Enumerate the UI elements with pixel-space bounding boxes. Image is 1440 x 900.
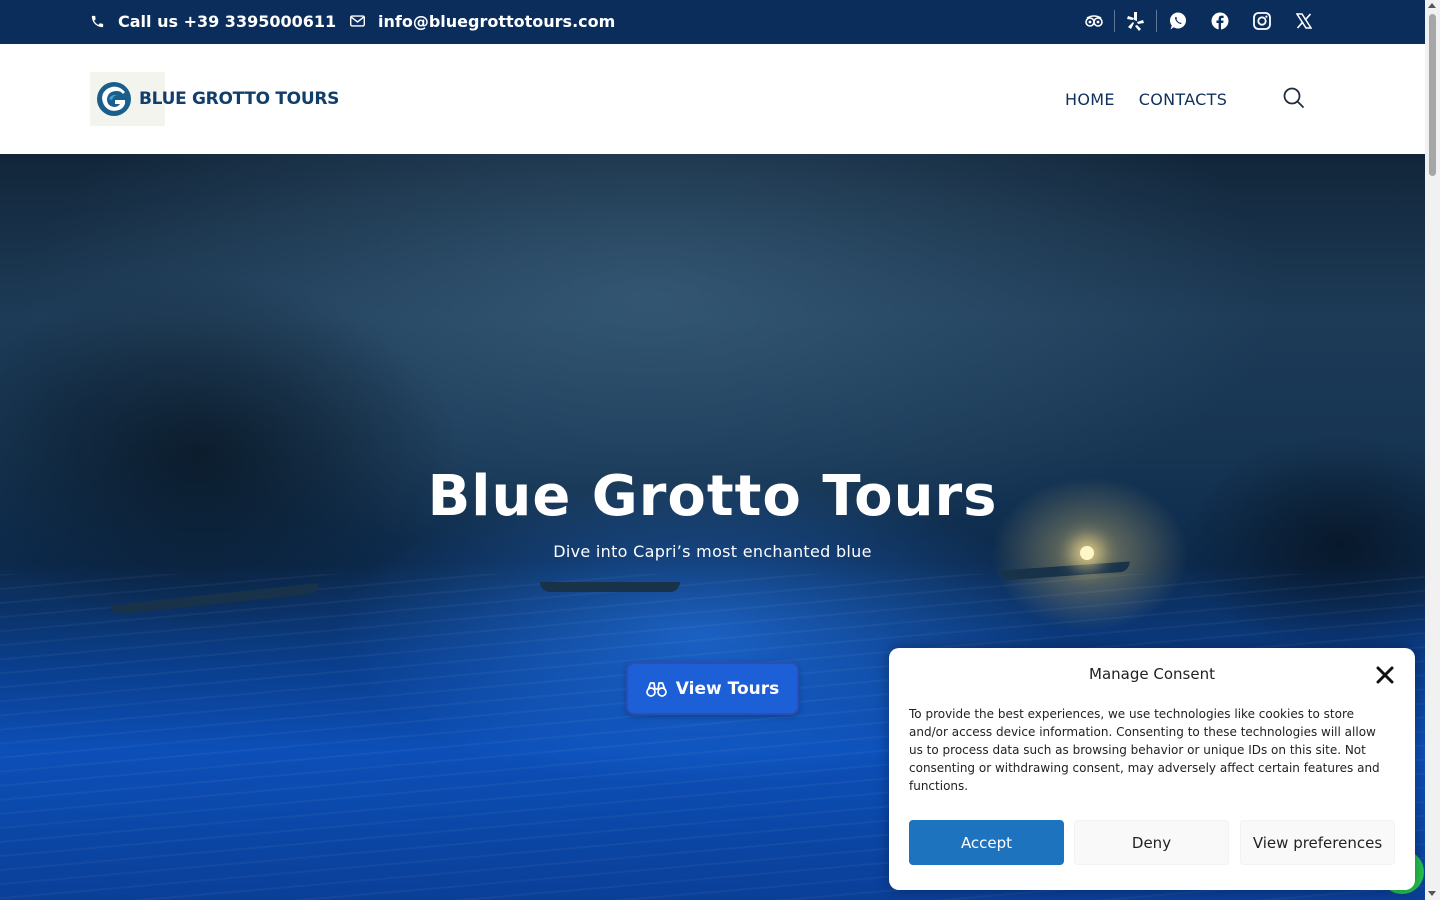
top-bar: Call us +39 3395000611 info@bluegrottoto… [0,0,1425,44]
hero-title: Blue Grotto Tours [427,464,998,529]
consent-text: To provide the best experiences, we use … [909,707,1380,793]
yelp-icon [1127,12,1144,31]
site-header: BLUE GROTTO TOURS HOME CONTACTS [0,44,1425,154]
tripadvisor-icon [1085,15,1103,27]
view-tours-label: View Tours [675,678,780,699]
scrollbar[interactable] [1425,0,1440,900]
nav-item-home[interactable]: HOME [1065,90,1115,109]
tripadvisor-link[interactable] [1073,0,1115,42]
social-links [1073,0,1325,42]
accept-button[interactable]: Accept [909,820,1064,865]
hero-subtitle: Dive into Capri’s most enchanted blue [553,542,872,561]
logo-text: BLUE GROTTO TOURS [139,89,340,109]
nav-item-contacts[interactable]: CONTACTS [1139,90,1227,109]
scrollbar-thumb[interactable] [1429,14,1436,176]
close-icon [1376,666,1394,684]
search-button[interactable] [1282,86,1306,110]
facebook-link[interactable] [1199,0,1241,42]
consent-dialog: Manage Consent To provide the best exper… [889,648,1415,890]
view-tours-button[interactable]: View Tours [626,662,799,715]
email-text: info@bluegrottotours.com [378,11,616,31]
main-nav: HOME CONTACTS [1065,44,1251,154]
site-logo[interactable]: BLUE GROTTO TOURS [90,72,339,126]
envelope-icon [350,15,365,27]
email-link[interactable]: info@bluegrottotours.com [350,0,615,42]
binoculars-icon [645,681,667,697]
close-button[interactable] [1375,665,1395,685]
yelp-link[interactable] [1115,0,1157,42]
phone-icon [91,15,104,27]
search-icon [1283,87,1304,108]
scroll-down-arrow-icon[interactable] [1428,891,1436,896]
wave-logo-icon [97,82,131,116]
boat [540,582,680,592]
phone-link[interactable]: Call us +39 3395000611 [90,0,336,42]
x-icon [1296,13,1312,29]
instagram-icon [1253,12,1271,30]
facebook-icon [1211,12,1229,30]
phone-text: Call us +39 3395000611 [118,11,337,31]
whatsapp-icon [1170,12,1186,30]
scroll-up-arrow-icon[interactable] [1428,3,1436,8]
deny-button[interactable]: Deny [1074,820,1229,865]
consent-title: Manage Consent [1089,665,1215,683]
view-preferences-button[interactable]: View preferences [1240,820,1395,865]
whatsapp-link[interactable] [1157,0,1199,42]
instagram-link[interactable] [1241,0,1283,42]
x-link[interactable] [1283,0,1325,42]
